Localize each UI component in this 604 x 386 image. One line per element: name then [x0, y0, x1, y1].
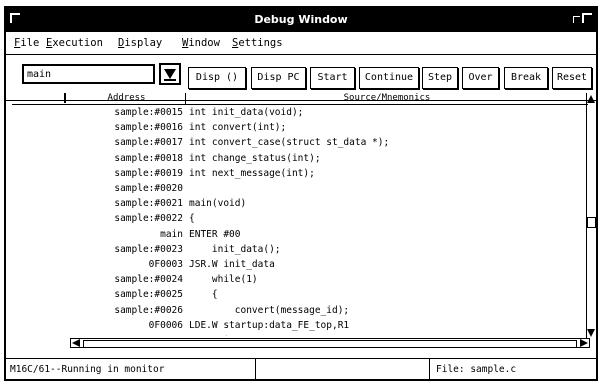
source-cell: int convert(int);: [189, 122, 287, 134]
scroll-up-icon[interactable]: [587, 95, 595, 103]
status-bar: M16C/61--Running in monitor File: sample…: [4, 358, 598, 381]
break-button[interactable]: Break: [504, 67, 548, 89]
listing-row[interactable]: sample:#0017 int convert_case(struct st_d…: [12, 137, 588, 152]
source-column-header[interactable]: Source/Mnemonics: [186, 93, 588, 103]
menu-window[interactable]: Window: [182, 37, 220, 49]
menu-bar: File Execution Display Window Settings: [6, 32, 596, 55]
address-cell: sample:#0023: [114, 243, 183, 255]
disp-pc-button[interactable]: Disp PC: [251, 67, 306, 89]
source-cell: init_data();: [189, 243, 281, 255]
listing-row[interactable]: sample:#0018 int change_status(int);: [12, 153, 588, 168]
source-cell: int init_data(void);: [189, 107, 304, 118]
address-cell: sample:#0024: [114, 274, 183, 286]
vertical-scrollbar[interactable]: [586, 93, 596, 338]
start-button[interactable]: Start: [310, 67, 355, 89]
function-combo[interactable]: [22, 64, 155, 84]
source-cell: int change_status(int);: [189, 152, 321, 164]
listing-row[interactable]: sample:#0015 int init_data(void);: [12, 107, 588, 122]
source-cell: while(1): [189, 274, 258, 286]
listing-row[interactable]: sample:#0024 while(1): [12, 274, 588, 289]
address-cell: sample:#0022: [114, 213, 183, 225]
scroll-right-icon[interactable]: [580, 339, 588, 347]
horizontal-scrollbar[interactable]: [70, 338, 590, 348]
scroll-left-icon[interactable]: [72, 339, 80, 347]
scroll-thumb[interactable]: [587, 217, 596, 228]
listing-row[interactable]: sample:#0025 {: [12, 289, 588, 304]
window-title: Debug Window: [254, 13, 348, 26]
listing-row[interactable]: sample:#0019 int next_message(int);: [12, 168, 588, 183]
listing-row[interactable]: main ENTER #00: [12, 229, 588, 244]
disp-paren-button[interactable]: Disp (): [188, 67, 246, 89]
address-cell: 0F0003: [148, 259, 183, 270]
continue-button[interactable]: Continue: [359, 67, 419, 89]
listing-row[interactable]: sample:#0016 int convert(int);: [12, 122, 588, 137]
reset-button[interactable]: Reset: [552, 67, 592, 89]
address-cell: sample:#0026: [114, 304, 183, 316]
function-input[interactable]: [27, 67, 137, 81]
listing-row[interactable]: sample:#0022 {: [12, 213, 588, 228]
listing-row[interactable]: 0F0003 JSR.W init_data: [12, 259, 588, 274]
listing-row[interactable]: sample:#0026 convert(message_id);: [12, 305, 588, 320]
dropdown-button[interactable]: [159, 63, 181, 85]
address-column-header[interactable]: Address: [68, 93, 185, 103]
chevron-down-icon: [164, 69, 176, 79]
title-bar[interactable]: Debug Window: [6, 8, 596, 32]
source-cell: {: [189, 289, 218, 301]
maximize-icon[interactable]: [582, 13, 592, 23]
address-cell: sample:#0016: [114, 122, 183, 134]
status-target: M16C/61--Running in monitor: [4, 359, 256, 381]
source-cell: JSR.W init_data: [189, 259, 275, 270]
listing-row[interactable]: sample:#0021 main(void): [12, 198, 588, 213]
listing-row[interactable]: 0F0006 LDE.W startup:data_FE_top,R1: [12, 320, 588, 335]
address-cell: sample:#0015: [114, 107, 183, 118]
minimize-icon[interactable]: [573, 16, 580, 23]
source-cell: convert(message_id);: [189, 304, 350, 316]
address-cell: sample:#0021: [114, 198, 183, 210]
listing-row[interactable]: 0F000B JSR.W $convert: [12, 335, 588, 336]
address-cell: sample:#0020: [114, 183, 183, 194]
status-middle: [256, 359, 430, 381]
source-cell: int next_message(int);: [189, 167, 315, 179]
menu-settings[interactable]: Settings: [232, 37, 283, 49]
column-header: Address Source/Mnemonics: [12, 93, 588, 105]
address-cell: sample:#0025: [114, 289, 183, 301]
horizontal-scroll-thumb[interactable]: [83, 340, 577, 348]
address-cell: sample:#0017: [114, 137, 183, 149]
address-cell: sample:#0019: [114, 167, 183, 179]
source-listing: sample:#0015 int init_data(void); sample:#…: [12, 107, 588, 336]
listing-row[interactable]: sample:#0020: [12, 183, 588, 198]
listing-row[interactable]: sample:#0023 init_data();: [12, 244, 588, 259]
source-cell: LDE.W startup:data_FE_top,R1: [189, 319, 350, 331]
menu-file[interactable]: File: [14, 37, 39, 49]
address-cell: sample:#0018: [114, 152, 183, 164]
source-cell: int convert_case(struct st_data *);: [189, 137, 390, 149]
source-cell: JSR.W $convert: [189, 335, 269, 336]
status-file: File: sample.c: [436, 364, 517, 375]
address-cell: 0F000B: [12, 335, 183, 336]
menu-display[interactable]: Display: [118, 37, 162, 49]
over-button[interactable]: Over: [462, 67, 499, 89]
menu-execution[interactable]: Execution: [46, 37, 103, 49]
source-cell: ENTER #00: [189, 228, 241, 240]
source-cell: {: [189, 213, 195, 225]
breakpoint-column-header[interactable]: [12, 93, 66, 103]
source-cell: main(void): [189, 198, 247, 210]
address-cell: 0F0006: [148, 319, 183, 331]
step-button[interactable]: Step: [422, 67, 458, 89]
scroll-down-icon[interactable]: [587, 329, 595, 337]
address-cell: main: [160, 228, 183, 240]
